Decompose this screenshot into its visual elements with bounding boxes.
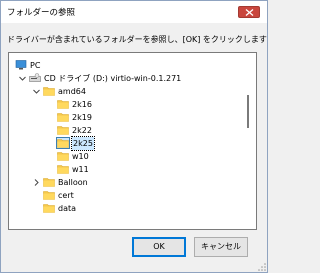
- folder-icon: [57, 100, 69, 109]
- folder-icon: [43, 204, 55, 213]
- folder-icon: [43, 178, 55, 187]
- tree-item[interactable]: cert: [9, 189, 241, 202]
- folder-icon: [43, 87, 55, 96]
- tree-item-label: 2k25: [71, 136, 95, 151]
- dialog-title: フォルダーの参照: [7, 8, 76, 18]
- chevron-right-icon[interactable]: [32, 178, 41, 187]
- tree-item[interactable]: 2k25: [9, 136, 241, 151]
- tree-item-label: Balloon: [58, 178, 88, 187]
- tree-item-label: CD ドライブ (D:) virtio-win-0.1.271: [44, 74, 182, 83]
- folder-icon: [57, 165, 69, 174]
- tree-item-label: w10: [72, 152, 89, 161]
- folder-icon: [57, 152, 69, 161]
- tree-item-label: amd64: [58, 87, 86, 96]
- pc-icon: [15, 60, 27, 70]
- tree-item-label: w11: [72, 165, 89, 174]
- close-button[interactable]: [238, 6, 260, 18]
- ok-button[interactable]: OK: [132, 237, 186, 257]
- chevron-down-icon[interactable]: [18, 74, 27, 83]
- tree-item-label: PC: [30, 61, 41, 70]
- tree-item[interactable]: 2k16: [9, 98, 241, 111]
- tree-item[interactable]: amd64: [9, 85, 241, 98]
- tree-item[interactable]: 2k19: [9, 111, 241, 124]
- tree-item-label: 2k19: [72, 113, 92, 122]
- tree-item[interactable]: w10: [9, 150, 241, 163]
- folder-icon: [43, 191, 55, 200]
- instruction-text: ドライバーが含まれているフォルダーを参照し、[OK] をクリックします: [7, 35, 267, 44]
- tree-item[interactable]: data: [9, 202, 241, 215]
- tree-item[interactable]: CD ドライブ (D:) virtio-win-0.1.271: [9, 72, 241, 85]
- folder-icon: [56, 137, 70, 149]
- scrollbar-thumb[interactable]: [247, 95, 249, 128]
- cd-drive-icon: [29, 73, 41, 82]
- folder-icon: [57, 126, 69, 135]
- cancel-button[interactable]: キャンセル: [194, 237, 248, 257]
- title-bar[interactable]: フォルダーの参照: [1, 1, 267, 23]
- tree-item[interactable]: 2k22: [9, 124, 241, 137]
- tree-item-label: 2k22: [72, 126, 92, 135]
- close-icon: [245, 9, 254, 16]
- folder-tree[interactable]: PC CD ドライブ (D:) virtio-win-0.1.271 amd64 2k…: [8, 52, 257, 230]
- tree-item-label: data: [58, 204, 77, 213]
- folder-icon: [57, 113, 69, 122]
- tree-item-label: 2k16: [72, 100, 92, 109]
- browse-folder-dialog: フォルダーの参照 ドライバーが含まれているフォルダーを参照し、[OK] をクリッ…: [0, 0, 268, 273]
- tree-item[interactable]: PC: [9, 59, 241, 72]
- tree-item-label: cert: [58, 191, 74, 200]
- tree-item[interactable]: Balloon: [9, 176, 241, 189]
- resize-grip-icon[interactable]: [258, 263, 266, 271]
- chevron-down-icon[interactable]: [32, 87, 41, 96]
- tree-item[interactable]: w11: [9, 163, 241, 176]
